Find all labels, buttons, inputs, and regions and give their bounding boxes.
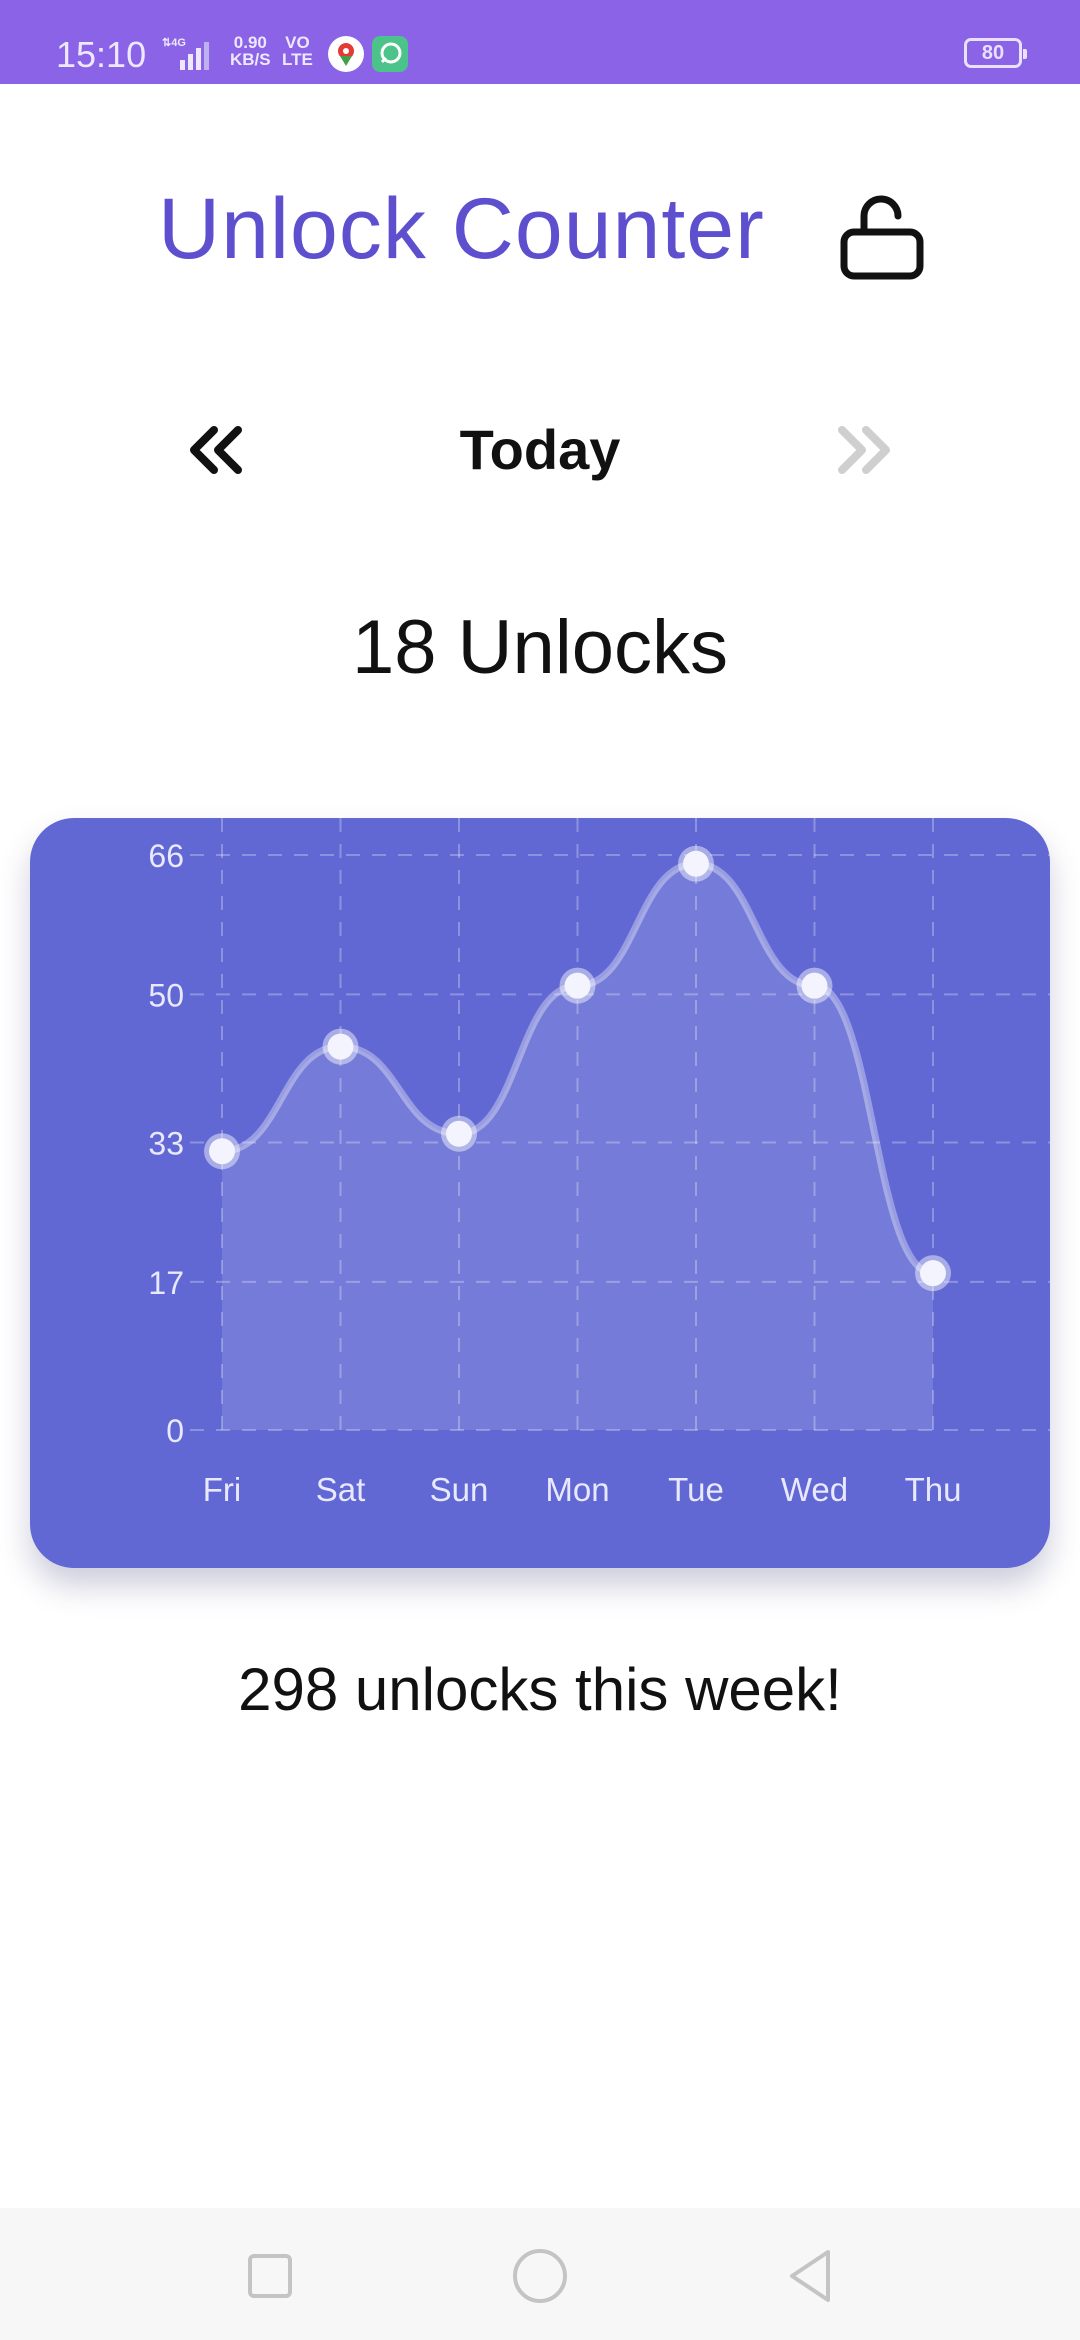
data-point-core	[683, 850, 709, 877]
day-label: Today	[459, 418, 621, 481]
day-navigation: Today	[0, 410, 1080, 490]
x-tick-label: Thu	[905, 1471, 962, 1508]
weekly-unlock-chart: 0 17 33 50 66 Fri Sat Sun Mon Tue Wed Thu	[148, 818, 1050, 1508]
week-total: 298 unlocks this week!	[238, 1656, 842, 1723]
network-speed-unit: KB/S	[230, 50, 271, 69]
app-title: Unlock Counter	[158, 181, 765, 277]
x-tick-label: Mon	[545, 1471, 609, 1508]
chevrons-right-icon[interactable]	[830, 420, 900, 480]
battery-icon: 80	[964, 38, 1027, 68]
x-tick-label: Fri	[203, 1471, 241, 1508]
volte-top: VO	[285, 33, 310, 52]
status-time: 15:10	[56, 34, 147, 75]
network-speed-value: 0.90	[233, 33, 267, 52]
svg-text:⇅4G: ⇅4G	[162, 37, 186, 49]
data-point-core	[920, 1260, 946, 1287]
x-tick-label: Sun	[430, 1471, 489, 1508]
y-tick-label: 50	[148, 977, 184, 1013]
y-tick-label: 17	[148, 1265, 184, 1301]
x-tick-label: Wed	[781, 1471, 848, 1508]
signal-4g-icon: ⇅4G	[160, 34, 220, 77]
header: Unlock Counter	[0, 180, 1080, 290]
battery-level: 80	[981, 42, 1005, 64]
weekly-chart-card: 0 17 33 50 66 Fri Sat Sun Mon Tue Wed Thu	[30, 818, 1050, 1568]
data-point-core	[564, 972, 591, 999]
chat-app-icon	[372, 36, 408, 72]
square-icon[interactable]	[240, 2246, 300, 2306]
data-point-core	[801, 972, 828, 999]
screen: 15:10 ⇅4G 0.90 KB/S VO LTE 80 Unlock Cou…	[0, 0, 1080, 2340]
circle-icon[interactable]	[510, 2246, 570, 2306]
system-nav-bar	[0, 2208, 1080, 2340]
unlock-icon	[836, 190, 926, 285]
today-unlock-count: 18 Unlocks	[352, 605, 728, 690]
network-speed: 0.90 KB/S	[230, 34, 271, 68]
data-point-core	[209, 1138, 235, 1165]
status-bar: 15:10 ⇅4G 0.90 KB/S VO LTE 80	[0, 0, 1080, 84]
data-point-core	[446, 1120, 472, 1147]
x-tick-label: Sat	[316, 1471, 366, 1508]
data-point-core	[327, 1033, 354, 1060]
x-tick-label: Tue	[668, 1471, 724, 1508]
maps-app-icon	[328, 36, 364, 72]
y-tick-label: 0	[166, 1413, 184, 1449]
triangle-back-icon[interactable]	[780, 2246, 840, 2306]
volte-indicator: VO LTE	[282, 34, 313, 68]
y-tick-label: 33	[148, 1126, 184, 1162]
y-tick-label: 66	[148, 838, 184, 874]
volte-bottom: LTE	[282, 50, 313, 69]
